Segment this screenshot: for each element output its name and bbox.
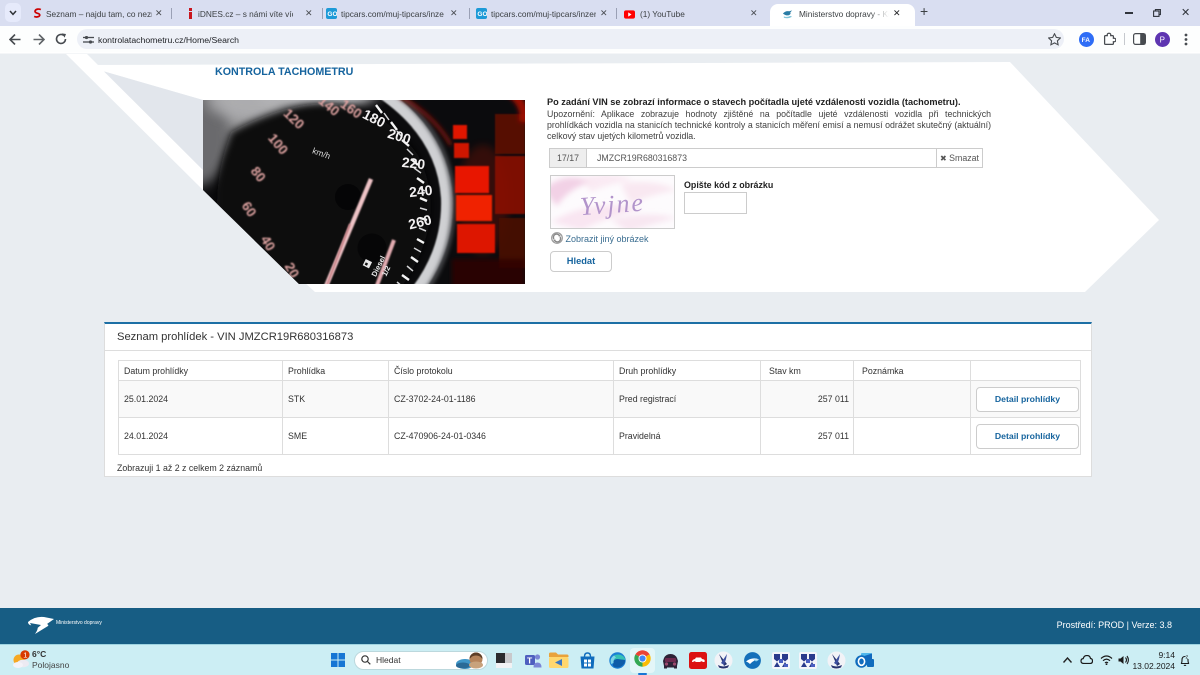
svg-text:240: 240	[408, 182, 433, 200]
svg-text:GO: GO	[477, 11, 487, 18]
svg-text:T: T	[527, 656, 533, 666]
svg-text:z: z	[1186, 655, 1189, 661]
svg-text:Yvjne: Yvjne	[579, 188, 644, 221]
svg-text:220: 220	[401, 154, 426, 172]
svg-text:GO: GO	[327, 11, 337, 18]
svg-text:P: P	[1160, 35, 1165, 44]
svg-text:FA: FA	[1082, 37, 1091, 44]
svg-text:1: 1	[23, 651, 27, 660]
